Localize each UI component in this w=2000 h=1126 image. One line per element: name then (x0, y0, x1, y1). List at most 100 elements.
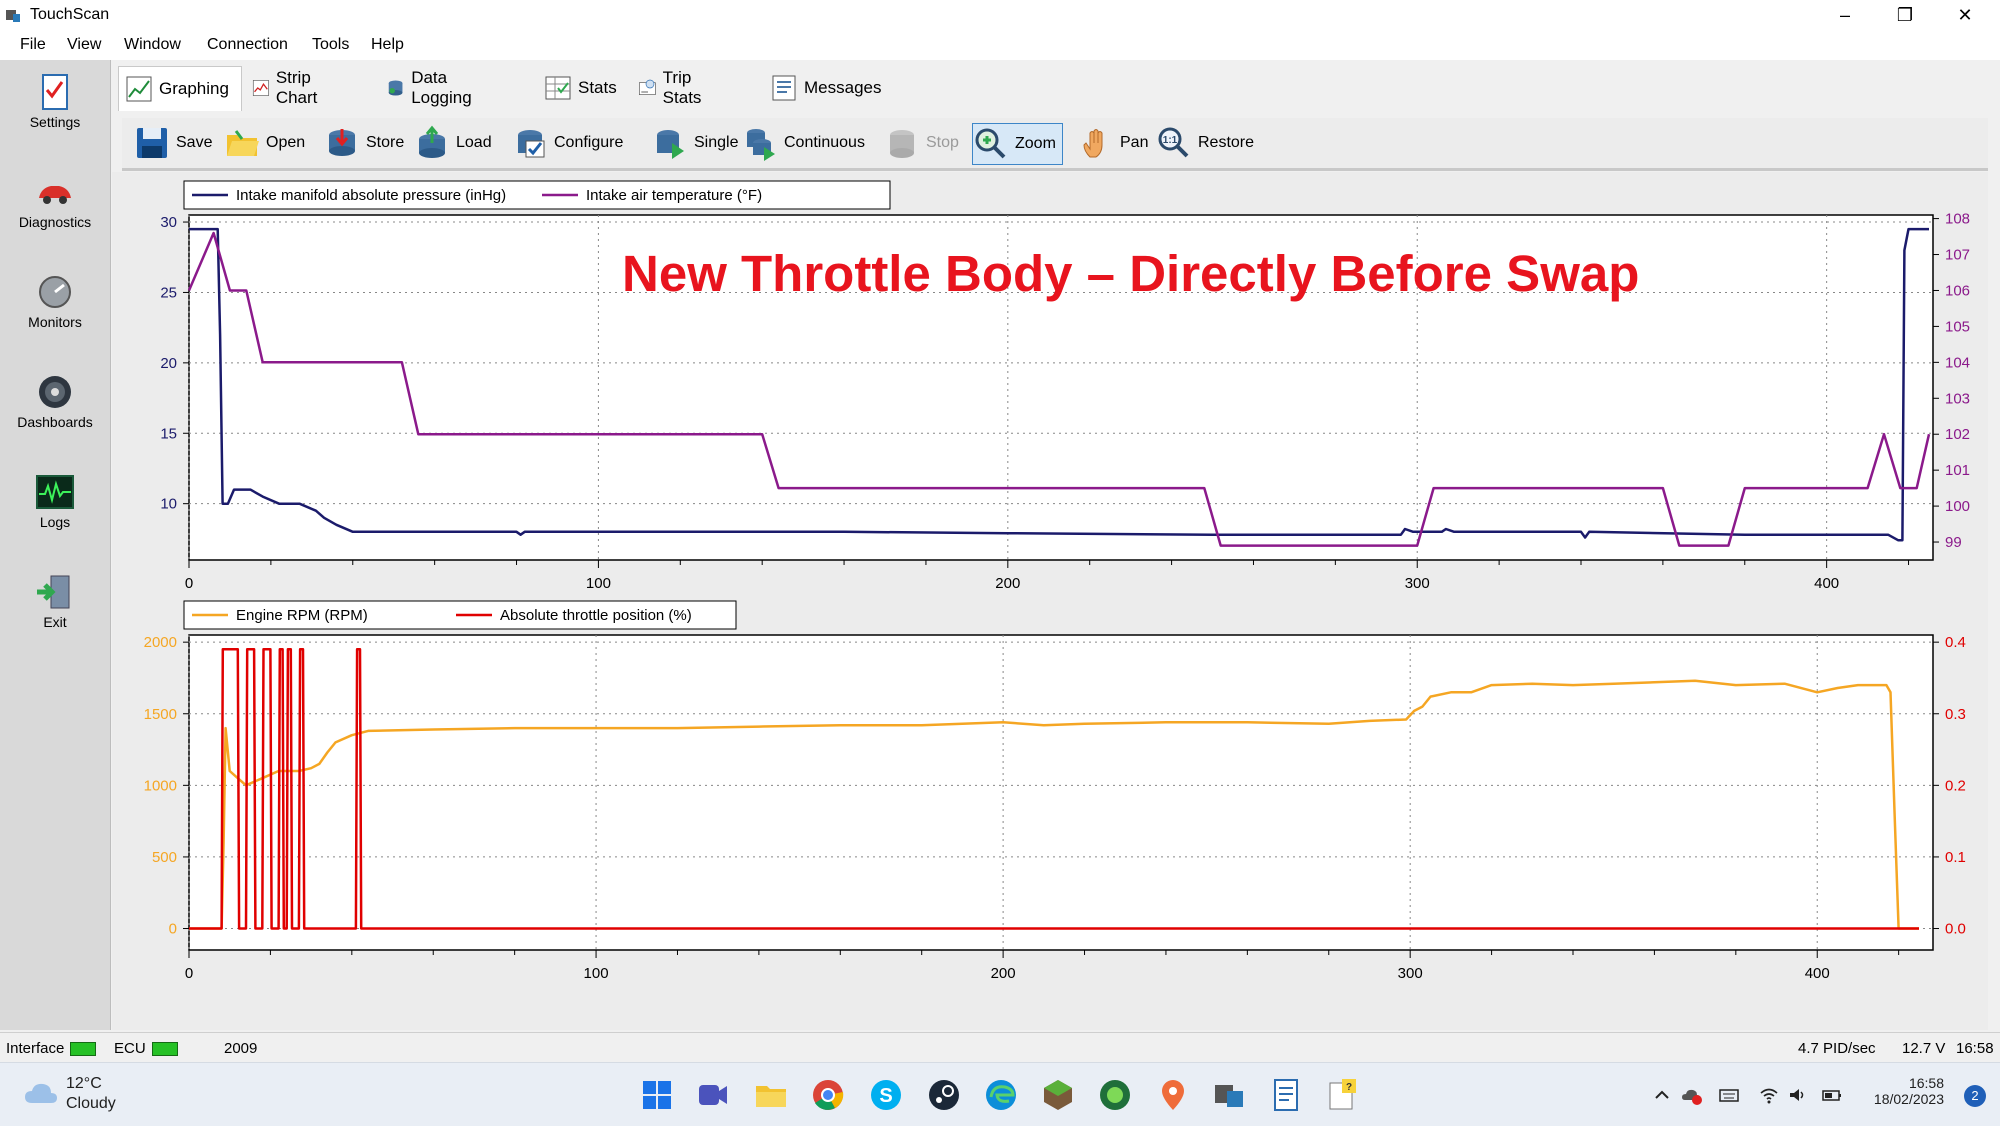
ecu-led (151, 1042, 178, 1057)
y-right-tick-label: 100 (1945, 498, 1970, 515)
x-tick-label: 100 (586, 575, 611, 592)
x-tick-label: 300 (1398, 965, 1423, 982)
notes-icon[interactable]: ? (1325, 1077, 1361, 1113)
y-right-tick-label: 107 (1945, 247, 1970, 264)
touchscan-icon[interactable] (1211, 1077, 1247, 1113)
start-icon[interactable] (639, 1077, 675, 1113)
close-button[interactable]: ✕ (1935, 0, 1995, 30)
chrome-icon[interactable] (810, 1077, 846, 1113)
single-label: Single (694, 134, 739, 151)
vehicle-year: 2009 (224, 1040, 258, 1057)
stop-button[interactable]: Stop (884, 123, 959, 163)
store-label: Store (366, 134, 405, 151)
menu-view[interactable]: View (67, 36, 101, 54)
edge-dev-icon[interactable] (1097, 1077, 1133, 1113)
zoom-button[interactable]: Zoom (972, 123, 1063, 165)
menu-connection[interactable]: Connection (207, 36, 288, 54)
tab-messages[interactable]: Messages (764, 66, 881, 110)
restore-label: Restore (1198, 134, 1255, 151)
sidebar-item-settings[interactable]: Settings (0, 72, 110, 130)
y-left-tick-label: 10 (160, 496, 177, 513)
car-icon (39, 186, 71, 204)
tab-label-trip-stats: Trip Stats (662, 68, 702, 107)
weather-desc: Cloudy (66, 1095, 116, 1112)
strip-chart-icon (252, 80, 269, 96)
sidebar-item-diagnostics[interactable]: Diagnostics (0, 172, 110, 230)
menu-tools[interactable]: Tools (312, 36, 349, 54)
pan-label: Pan (1120, 134, 1149, 151)
maps-icon[interactable] (1155, 1077, 1191, 1113)
keyboard-icon[interactable] (1719, 1085, 1739, 1105)
sidebar-label-diagnostics: Diagnostics (18, 214, 92, 230)
menu-window[interactable]: Window (124, 36, 181, 54)
checklist-icon (42, 74, 68, 110)
sidebar-item-logs[interactable]: Logs (0, 472, 110, 530)
steam-icon[interactable] (926, 1077, 962, 1113)
skype-icon[interactable]: S (868, 1077, 904, 1113)
minecraft-icon[interactable] (1040, 1077, 1076, 1113)
continuous-button[interactable]: Continuous (742, 123, 865, 163)
restore-zoom-button[interactable]: 1:1 Restore (1156, 123, 1254, 163)
battery-icon[interactable] (1822, 1085, 1842, 1105)
configure-button[interactable]: Configure (512, 123, 623, 163)
onedrive-error-icon[interactable] (1682, 1085, 1702, 1105)
meet-icon[interactable] (695, 1077, 731, 1113)
y-right-tick-label: 102 (1945, 426, 1970, 443)
minimize-button[interactable]: – (1815, 0, 1875, 30)
open-label: Open (266, 134, 306, 151)
y-left-tick-label: 25 (160, 284, 177, 301)
single-button[interactable]: Single (652, 123, 738, 163)
clock-date: 18/02/2023 (1873, 1091, 1944, 1107)
stats-table-icon (545, 76, 571, 100)
tab-trip-stats[interactable]: Trip Stats (632, 66, 711, 110)
tab-stats[interactable]: Stats (538, 66, 617, 110)
restore-button[interactable]: ❐ (1875, 0, 1935, 30)
volume-icon[interactable] (1788, 1085, 1808, 1105)
chevron-up-icon[interactable] (1652, 1085, 1672, 1105)
tab-data-logging[interactable]: Data Logging (380, 66, 481, 110)
y-left-tick-label: 500 (152, 849, 177, 866)
document-icon[interactable] (1268, 1077, 1304, 1113)
menu-file[interactable]: File (20, 36, 46, 54)
sidebar-item-dashboards[interactable]: Dashboards (0, 372, 110, 430)
y-left-tick-label: 20 (160, 355, 177, 372)
zoom-icon (975, 128, 1006, 159)
dashboard-dial-icon (39, 376, 71, 408)
status-time: 16:58 (1956, 1040, 1994, 1057)
tab-strip-chart[interactable]: Strip Chart (246, 66, 328, 110)
sidebar-label-logs: Logs (39, 514, 71, 530)
sidebar: Settings Diagnostics Monitors Dashboards… (0, 60, 111, 1030)
x-tick-label: 300 (1405, 575, 1430, 592)
sidebar-label-dashboards: Dashboards (17, 414, 93, 430)
touchscan-app-icon (6, 10, 20, 22)
y-left-tick-label: 15 (160, 425, 177, 442)
pan-button[interactable]: Pan (1078, 123, 1148, 163)
hand-icon (1083, 129, 1103, 158)
menu-bar: File View Window Connection Tools Help (0, 30, 2000, 60)
gauge-icon (39, 276, 71, 308)
menu-help[interactable]: Help (371, 36, 404, 54)
open-folder-icon (227, 130, 259, 156)
continuous-label: Continuous (784, 134, 865, 151)
edge-icon[interactable] (983, 1077, 1019, 1113)
configure-icon (518, 130, 545, 158)
load-button[interactable]: Load (414, 123, 492, 163)
svg-text:S: S (879, 1085, 892, 1107)
tab-graphing[interactable]: Graphing (118, 66, 242, 111)
save-button[interactable]: Save (134, 123, 212, 163)
trip-stats-icon (639, 79, 656, 96)
store-button[interactable]: Store (324, 123, 404, 163)
store-db-icon (329, 129, 355, 156)
sidebar-item-exit[interactable]: Exit (0, 572, 110, 630)
y-right-tick-label: 0.2 (1945, 777, 1966, 794)
open-button[interactable]: Open (224, 123, 305, 163)
file-explorer-icon[interactable] (753, 1077, 789, 1113)
status-bar: Interface ECU 2009 4.7 PID/sec 12.7 V 16… (0, 1032, 2000, 1063)
clock[interactable]: 16:58 18/02/2023 (1874, 1075, 1944, 1107)
x-tick-label: 200 (995, 575, 1020, 592)
wifi-icon[interactable] (1759, 1085, 1779, 1105)
sidebar-item-monitors[interactable]: Monitors (0, 272, 110, 330)
configure-label: Configure (554, 134, 624, 151)
notification-badge[interactable]: 2 (1964, 1085, 1986, 1107)
x-tick-label: 400 (1814, 575, 1839, 592)
